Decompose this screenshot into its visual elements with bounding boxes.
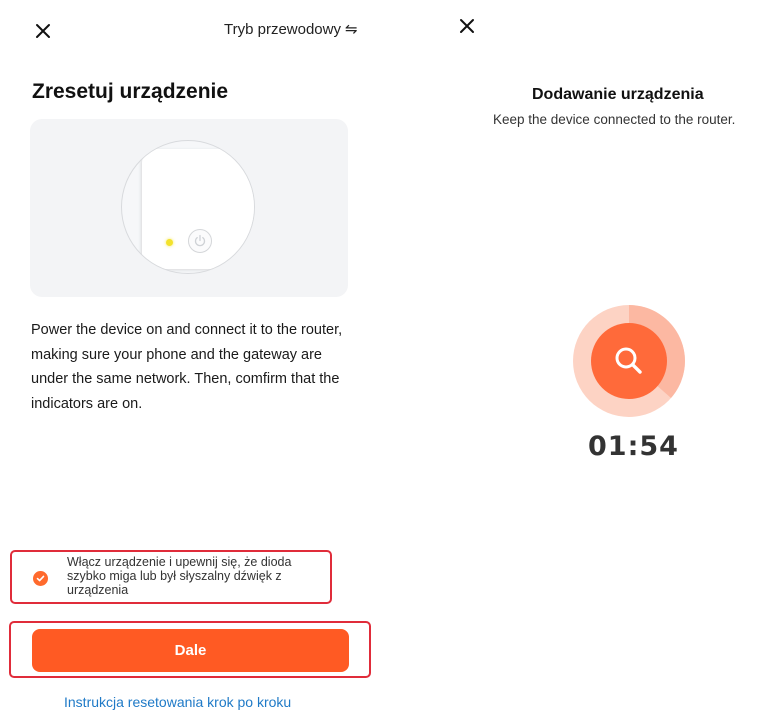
confirm-checkbox-label: Włącz urządzenie i upewnij się, że dioda… [67,555,292,597]
next-button-highlight: Dale [9,621,371,678]
close-icon [36,24,50,38]
adding-subtitle: Keep the device connected to the router. [493,112,736,127]
confirm-checkbox[interactable] [33,571,48,586]
wired-mode-label: Tryb przewodowy [224,21,341,38]
app-stage: Tryb przewodowy ⇋ Zresetuj urządzenie Po… [0,0,768,711]
close-button[interactable] [32,20,54,42]
adding-device-screen: Dodawanie urządzenia Keep the device con… [440,0,768,711]
swap-icon: ⇋ [344,21,358,38]
adding-title-text: Dodawanie urządzenia [532,86,704,103]
reset-guide-link[interactable]: Instrukcja resetowania krok po kroku [64,694,291,710]
power-icon [188,229,212,253]
page-title: Zresetuj urządzenie [32,80,229,103]
searching-animation [573,305,685,417]
device-zoom-circle [121,140,255,274]
confirm-checkbox-row[interactable]: Włącz urządzenie i upewnij się, że dioda… [10,550,332,604]
next-button[interactable]: Dale [32,629,349,672]
reset-device-screen: Tryb przewodowy ⇋ Zresetuj urządzenie Po… [0,0,380,711]
indicator-led [166,239,173,246]
close-button[interactable] [456,15,478,37]
countdown-timer: 01:54 [588,431,679,462]
instructions-text: Power the device on and connect it to th… [31,322,343,412]
wired-mode-toggle[interactable]: Tryb przewodowy ⇋ [224,21,358,38]
reset-illustration [30,119,348,297]
checkmark-icon [36,575,45,582]
close-icon [460,19,474,33]
